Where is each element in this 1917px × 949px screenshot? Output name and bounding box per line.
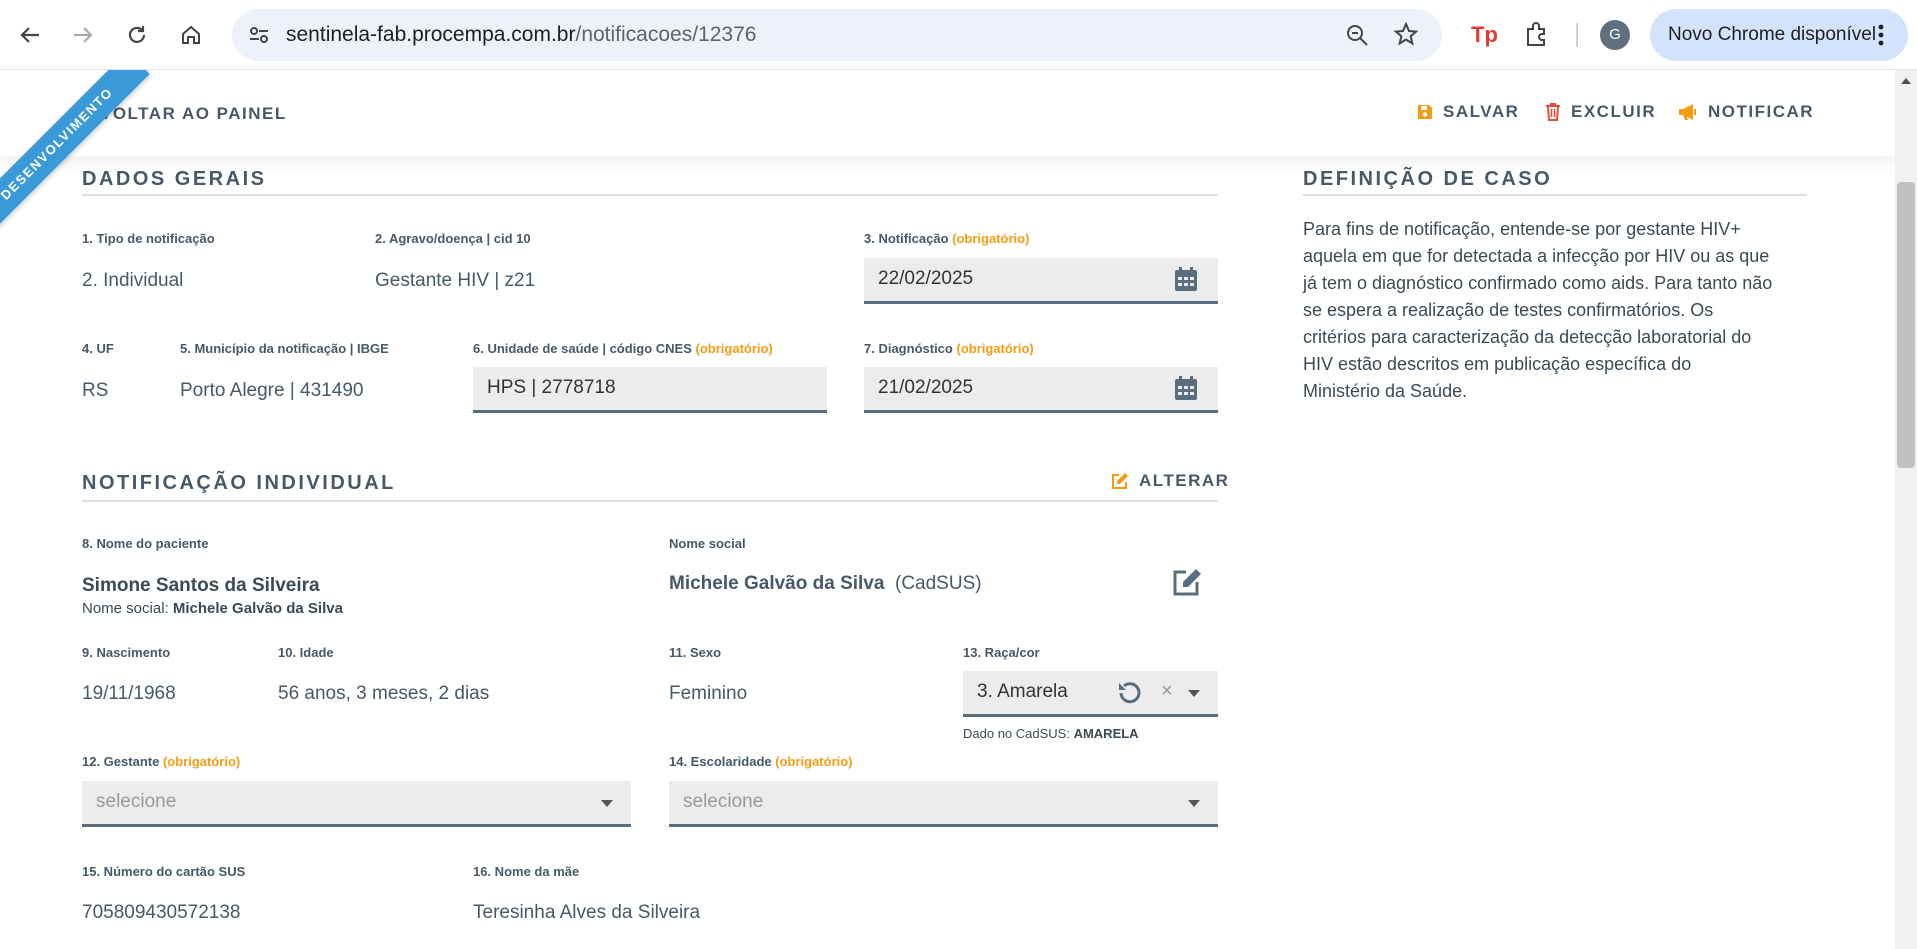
escolaridade-select[interactable]: selecione xyxy=(669,781,1218,827)
chevron-down-icon[interactable] xyxy=(601,800,613,807)
raca-cor-label: 13. Raça/cor xyxy=(963,645,1040,660)
toolbar-separator xyxy=(1576,23,1578,47)
nome-paciente-label: 8. Nome do paciente xyxy=(82,536,209,551)
gestante-label: 12. Gestante (obrigatório) xyxy=(82,754,241,769)
section-title-definicao-caso: DEFINIÇÃO DE CASO xyxy=(1303,168,1553,190)
raca-cor-select[interactable]: 3. Amarela × xyxy=(963,671,1218,717)
sexo-value: Feminino xyxy=(669,683,748,704)
cadsus-note: Dado no CadSUS: AMARELA xyxy=(963,726,1139,741)
gestante-placeholder: selecione xyxy=(96,791,177,812)
tipo-notificacao-label: 1. Tipo de notificação xyxy=(82,231,215,246)
alterar-label: ALTERAR xyxy=(1139,471,1230,490)
case-definition-text: Para fins de notificação, entende-se por… xyxy=(1303,219,1773,401)
nome-mae-label: 16. Nome da mãe xyxy=(473,864,580,879)
kebab-menu-icon[interactable] xyxy=(1878,23,1884,53)
idade-label: 10. Idade xyxy=(278,645,334,660)
escolaridade-label: 14. Escolaridade (obrigatório) xyxy=(669,754,853,769)
bookmark-star-icon[interactable] xyxy=(1393,21,1419,51)
profile-avatar[interactable]: G xyxy=(1600,20,1630,50)
chrome-update-label: Novo Chrome disponível xyxy=(1668,24,1877,45)
floppy-disk-icon xyxy=(1418,105,1432,119)
unidade-saude-value: HPS | 2778718 xyxy=(487,377,616,398)
diagnostico-date-input[interactable]: 21/02/2025 xyxy=(864,367,1218,413)
scroll-up-arrow-icon[interactable] xyxy=(1901,78,1911,84)
sexo-label: 11. Sexo xyxy=(669,645,722,660)
gestante-select[interactable]: selecione xyxy=(82,781,631,827)
escolaridade-placeholder: selecione xyxy=(683,791,764,812)
site-info-icon[interactable] xyxy=(248,24,270,51)
section-divider xyxy=(82,194,1218,196)
edit-icon xyxy=(1112,473,1128,489)
save-label: SALVAR xyxy=(1443,102,1520,121)
nome-mae-value: Teresinha Alves da Silveira xyxy=(473,902,701,923)
delete-label: EXCLUIR xyxy=(1571,102,1657,121)
back-arrow-icon[interactable] xyxy=(12,17,48,53)
nascimento-value: 19/11/1968 xyxy=(82,683,176,704)
cartao-sus-label: 15. Número do cartão SUS xyxy=(82,864,246,879)
zoom-icon[interactable] xyxy=(1345,23,1369,52)
agravo-value: Gestante HIV | z21 xyxy=(375,270,536,291)
edit-social-name-icon[interactable] xyxy=(1172,568,1202,601)
unidade-saude-label: 6. Unidade de saúde | código CNES (obrig… xyxy=(473,341,773,356)
page-content: VOLTAR AO PAINEL SALVAR EXCLUIR NOTIFICA… xyxy=(0,70,1895,949)
page-scrollbar[interactable] xyxy=(1895,70,1917,949)
notificacao-date-label: 3. Notificação (obrigatório) xyxy=(864,231,1030,246)
back-to-dashboard-link[interactable]: VOLTAR AO PAINEL xyxy=(100,104,287,124)
section-title-dados-gerais: DADOS GERAIS xyxy=(82,168,267,190)
nascimento-label: 9. Nascimento xyxy=(82,645,171,660)
nome-social-label: Nome social xyxy=(669,536,746,551)
extensions-puzzle-icon[interactable] xyxy=(1523,20,1551,53)
cartao-sus-value: 705809430572138 xyxy=(82,902,241,923)
chrome-update-button[interactable]: Novo Chrome disponível xyxy=(1650,9,1908,61)
clear-icon[interactable]: × xyxy=(1161,680,1173,703)
save-button[interactable]: SALVAR xyxy=(1417,102,1519,122)
scrollbar-thumb[interactable] xyxy=(1897,182,1915,468)
raca-cor-value: 3. Amarela xyxy=(977,681,1068,702)
notify-button[interactable]: NOTIFICAR xyxy=(1678,102,1814,122)
address-bar[interactable]: sentinela-fab.procempa.com.br/notificaco… xyxy=(232,9,1442,61)
agravo-label: 2. Agravo/doença | cid 10 xyxy=(375,231,531,246)
action-bar: VOLTAR AO PAINEL SALVAR EXCLUIR NOTIFICA… xyxy=(0,70,1895,156)
alterar-button[interactable]: ALTERAR xyxy=(1111,471,1229,491)
trash-icon xyxy=(1546,103,1560,121)
reload-icon[interactable] xyxy=(119,17,155,53)
section-title-notificacao-individual: NOTIFICAÇÃO INDIVIDUAL xyxy=(82,472,396,494)
idade-value: 56 anos, 3 meses, 2 dias xyxy=(278,683,490,704)
municipio-label: 5. Município da notificação | IBGE xyxy=(180,341,389,356)
notify-label: NOTIFICAR xyxy=(1708,102,1815,121)
browser-toolbar: sentinela-fab.procempa.com.br/notificaco… xyxy=(0,0,1917,70)
diagnostico-date-value: 21/02/2025 xyxy=(878,377,974,398)
municipio-value: Porto Alegre | 431490 xyxy=(180,380,364,401)
url-text: sentinela-fab.procempa.com.br/notificaco… xyxy=(286,23,757,46)
nome-social-note: Nome social: Michele Galvão da Silva xyxy=(82,600,343,617)
notificacao-date-value: 22/02/2025 xyxy=(878,268,974,289)
notificacao-date-input[interactable]: 22/02/2025 xyxy=(864,258,1218,304)
forward-arrow-icon[interactable] xyxy=(65,17,101,53)
undo-icon[interactable] xyxy=(1115,680,1143,711)
calendar-icon[interactable] xyxy=(1174,375,1198,406)
chevron-down-icon[interactable] xyxy=(1188,800,1200,807)
nome-social-line: Michele Galvão da Silva (CadSUS) xyxy=(669,573,982,594)
home-icon[interactable] xyxy=(173,17,209,53)
megaphone-icon xyxy=(1679,104,1696,120)
tipo-notificacao-value: 2. Individual xyxy=(82,270,184,291)
extension-tp-icon[interactable]: Tp xyxy=(1469,20,1498,53)
calendar-icon[interactable] xyxy=(1174,266,1198,297)
section-divider xyxy=(1303,194,1807,196)
uf-value: RS xyxy=(82,380,109,401)
chevron-down-icon[interactable] xyxy=(1188,690,1200,697)
delete-button[interactable]: EXCLUIR xyxy=(1545,102,1656,122)
diagnostico-label: 7. Diagnóstico (obrigatório) xyxy=(864,341,1034,356)
section-divider xyxy=(82,500,1218,502)
nome-paciente-value: Simone Santos da Silveira xyxy=(82,575,320,596)
svg-text:Tp: Tp xyxy=(1471,22,1497,47)
uf-label: 4. UF xyxy=(82,341,114,356)
unidade-saude-input[interactable]: HPS | 2778718 xyxy=(473,367,827,413)
